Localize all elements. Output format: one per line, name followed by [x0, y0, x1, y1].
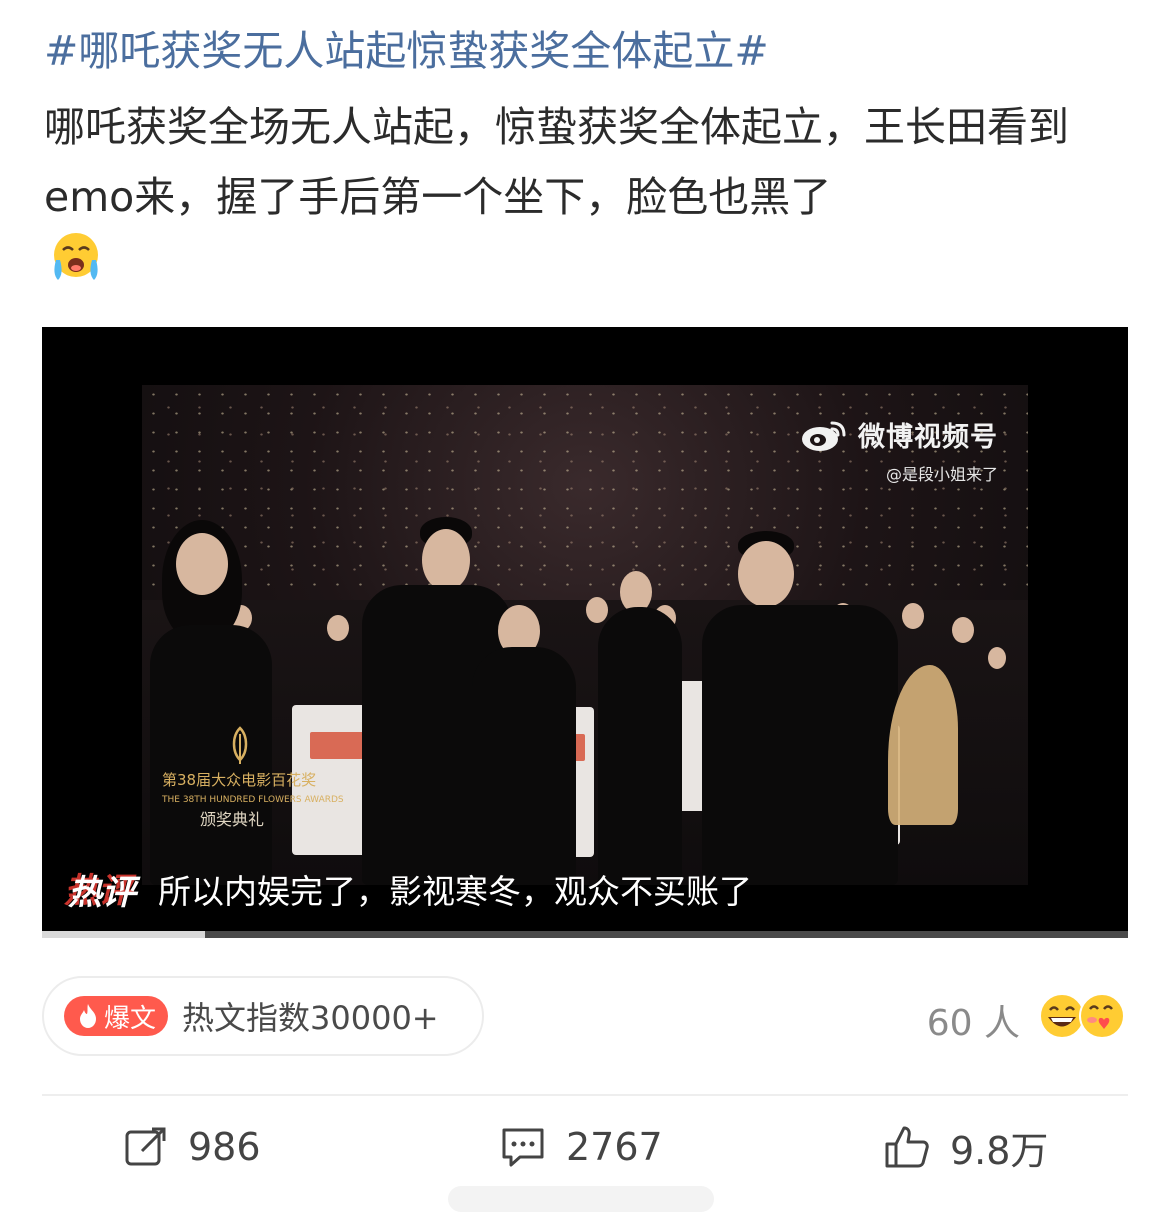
weibo-video-watermark: 微博视频号 @是段小姐来了 [800, 415, 998, 485]
hot-comment-caption: 热评 所以内娱完了，影视寒冬，观众不买账了 [68, 865, 752, 913]
video-player[interactable]: 微博视频号 @是段小姐来了 第38届大众电影百花奖 THE 38TH HUNDR… [42, 327, 1128, 931]
video-frame: 微博视频号 @是段小姐来了 第38届大众电影百花奖 THE 38TH HUNDR… [142, 385, 1028, 885]
comment-count: 2767 [566, 1125, 663, 1169]
comment-button[interactable]: 2767 [500, 1118, 663, 1176]
kissing-heart-face-icon[interactable] [1078, 992, 1126, 1040]
video-progress-fill [42, 931, 205, 938]
hot-article-pill[interactable]: 爆文 热文指数30000+ [42, 976, 484, 1056]
weibo-logo-icon [802, 421, 846, 451]
hot-comment-tag: 热评 [68, 872, 136, 913]
divider [42, 1094, 1128, 1096]
hashtag-link[interactable]: #哪吒获奖无人站起惊蛰获奖全体起立# [44, 22, 1134, 80]
like-button[interactable]: 9.8万 [884, 1118, 1048, 1176]
thumbs-up-icon [885, 1126, 929, 1168]
hot-article-index: 热文指数30000+ [182, 999, 439, 1037]
repost-count: 986 [188, 1125, 261, 1169]
repost-icon [125, 1127, 166, 1166]
award-trophy-icon [232, 726, 248, 764]
like-count: 9.8万 [950, 1128, 1049, 1173]
repost-button[interactable]: 986 [124, 1118, 261, 1176]
crying-face-icon [54, 233, 98, 280]
flame-icon [79, 1004, 96, 1028]
video-progress-bar[interactable] [42, 931, 1128, 938]
reaction-count[interactable]: 60 人 [927, 994, 1020, 1046]
hot-article-badge: 爆文 [64, 996, 168, 1036]
comment-icon [502, 1128, 544, 1167]
post-text: 哪吒获奖全场无人站起，惊蛰获奖全体起立，王长田看到emo来，握了手后第一个坐下，… [44, 103, 1069, 221]
footer-indicator [448, 1186, 714, 1212]
hot-comment-text: 所以内娱完了，影视寒冬，观众不买账了 [158, 872, 752, 911]
event-logo: 第38届大众电影百花奖 THE 38TH HUNDRED FLOWERS AWA… [162, 726, 344, 830]
